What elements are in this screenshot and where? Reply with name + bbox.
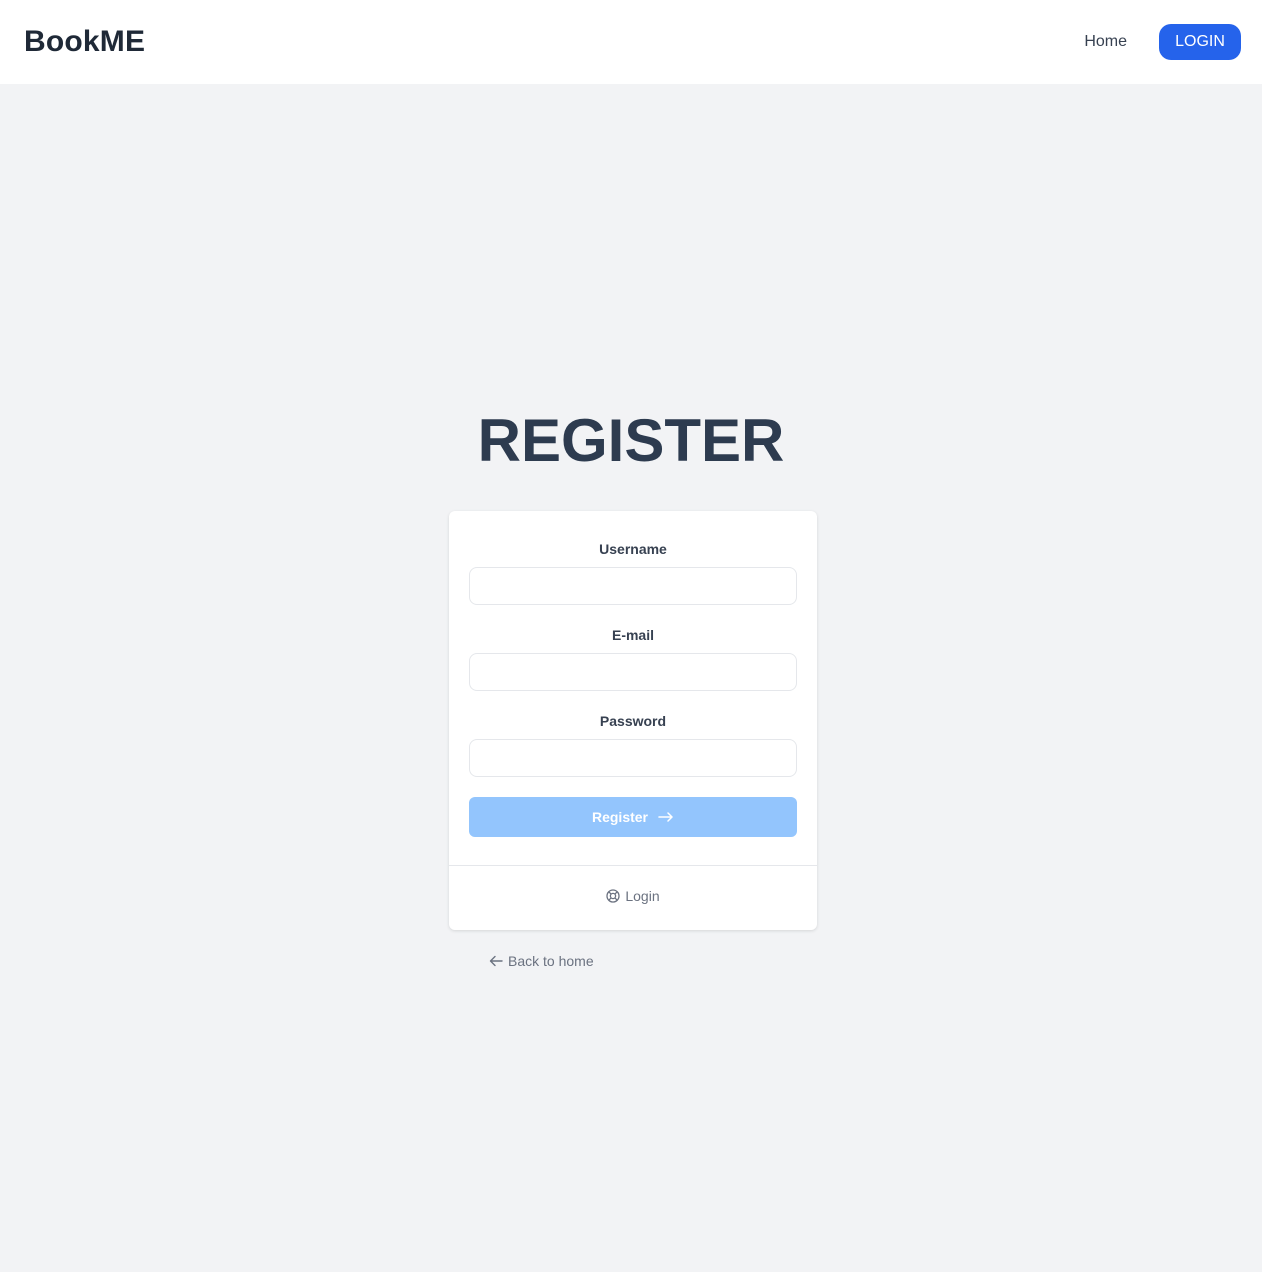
back-to-home-label: Back to home <box>508 953 594 969</box>
register-button[interactable]: Register <box>469 797 797 837</box>
password-input[interactable] <box>469 739 797 777</box>
email-label: E-mail <box>611 627 654 643</box>
brand-logo[interactable]: BookME <box>24 25 145 59</box>
arrow-left-icon <box>489 955 503 967</box>
password-label: Password <box>599 713 667 729</box>
nav-links: Home LOGIN <box>1084 24 1241 60</box>
username-input[interactable] <box>469 567 797 605</box>
page-title: REGISTER <box>477 407 785 474</box>
lifebuoy-icon <box>606 889 621 903</box>
nav-login-button[interactable]: LOGIN <box>1159 24 1241 60</box>
email-input[interactable] <box>469 653 797 691</box>
back-to-home-link[interactable]: Back to home <box>489 953 594 969</box>
login-link[interactable]: Login <box>449 888 817 904</box>
nav-home-link[interactable]: Home <box>1084 33 1127 51</box>
navbar: BookME Home LOGIN <box>0 0 1262 84</box>
arrow-right-icon <box>658 812 674 822</box>
username-label: Username <box>599 541 667 557</box>
register-button-label: Register <box>591 809 649 825</box>
login-link-label: Login <box>625 888 660 904</box>
register-card: Username E-mail Password Register Login <box>449 511 817 930</box>
card-divider <box>449 865 817 866</box>
